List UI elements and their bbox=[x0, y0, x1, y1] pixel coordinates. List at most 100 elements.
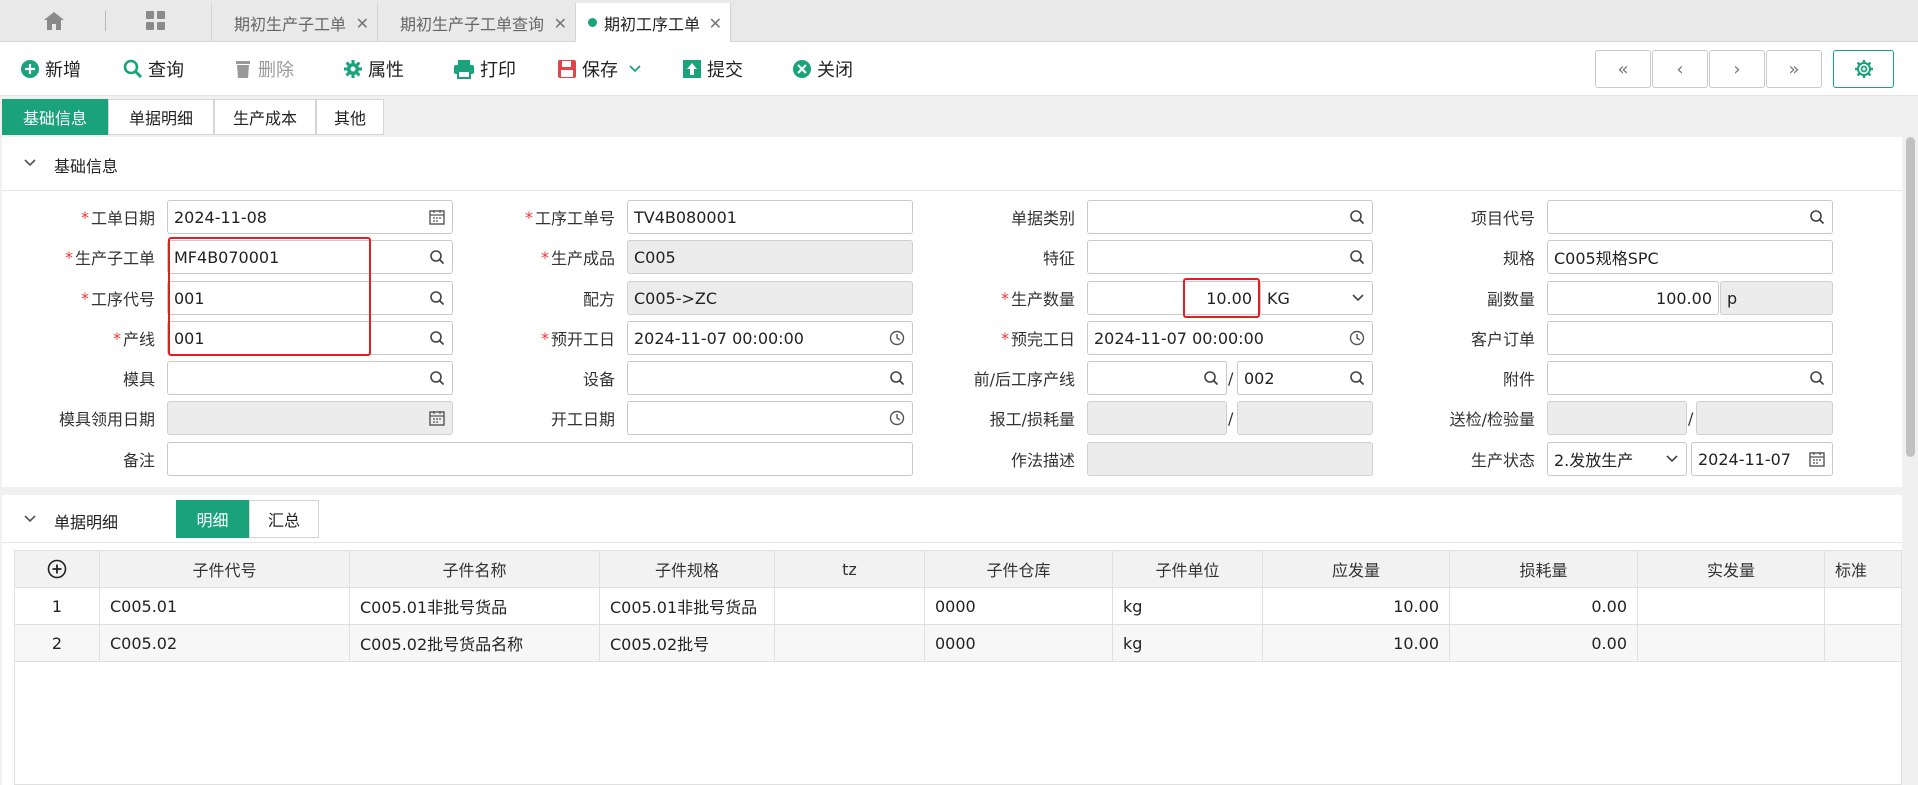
cell-due-qty[interactable]: 10.00 bbox=[1263, 625, 1450, 661]
close-icon[interactable]: ✕ bbox=[356, 14, 369, 33]
col-header[interactable]: 损耗量 bbox=[1450, 551, 1638, 587]
print-button[interactable]: 打印 bbox=[453, 42, 516, 96]
cell-loss-qty[interactable]: 0.00 bbox=[1450, 625, 1638, 661]
loss-qty-field[interactable] bbox=[1237, 401, 1373, 435]
cell-actual-qty[interactable] bbox=[1638, 625, 1825, 661]
feature-field[interactable] bbox=[1087, 240, 1373, 274]
new-button[interactable]: 新增 bbox=[20, 42, 81, 96]
product-field[interactable]: C005 bbox=[627, 240, 913, 274]
method-field[interactable] bbox=[1087, 442, 1373, 476]
search-icon[interactable] bbox=[429, 290, 445, 310]
tab-prod-sub-order[interactable]: 期初生产子工单 ✕ bbox=[211, 3, 377, 42]
cell-actual-qty[interactable] bbox=[1638, 588, 1825, 624]
search-icon[interactable] bbox=[429, 249, 445, 269]
col-header[interactable]: 实发量 bbox=[1638, 551, 1825, 587]
cell-unit[interactable]: kg bbox=[1113, 588, 1263, 624]
cell-name[interactable]: C005.01非批号货品 bbox=[350, 588, 600, 624]
mold-date-field[interactable] bbox=[167, 401, 453, 435]
last-record-button[interactable]: » bbox=[1766, 50, 1822, 88]
cell-due-qty[interactable]: 10.00 bbox=[1263, 588, 1450, 624]
clock-icon[interactable] bbox=[889, 330, 905, 350]
remark-field[interactable] bbox=[167, 442, 913, 476]
project-code-field[interactable] bbox=[1547, 200, 1833, 234]
tab-other[interactable]: 其他 bbox=[316, 99, 384, 135]
next-record-button[interactable]: › bbox=[1709, 50, 1765, 88]
start-date-field[interactable] bbox=[627, 401, 913, 435]
prod-status-select[interactable]: 2.发放生产 bbox=[1547, 442, 1687, 476]
mold-field[interactable] bbox=[167, 361, 453, 395]
cell-tz[interactable] bbox=[775, 588, 925, 624]
submit-button[interactable]: 提交 bbox=[682, 42, 743, 96]
tab-process-order[interactable]: 期初工序工单 ✕ bbox=[575, 3, 731, 42]
tab-summary[interactable]: 汇总 bbox=[249, 500, 319, 538]
prev-record-button[interactable]: ‹ bbox=[1652, 50, 1708, 88]
col-header[interactable]: tz bbox=[775, 551, 925, 587]
basic-info-header[interactable]: 基础信息 bbox=[2, 137, 1902, 191]
chevron-down-icon[interactable] bbox=[22, 511, 38, 527]
cell-code[interactable]: C005.02 bbox=[100, 625, 350, 661]
search-icon[interactable] bbox=[889, 370, 905, 390]
search-icon[interactable] bbox=[1809, 370, 1825, 390]
calendar-icon[interactable] bbox=[429, 209, 445, 229]
unit-select[interactable]: KG bbox=[1260, 281, 1373, 315]
delete-button[interactable]: 删除 bbox=[233, 42, 294, 96]
process-order-no-field[interactable]: TV4B080001 bbox=[627, 200, 913, 234]
tab-prod-cost[interactable]: 生产成本 bbox=[214, 99, 316, 135]
search-icon[interactable] bbox=[429, 330, 445, 350]
formula-field[interactable]: C005->ZC bbox=[627, 281, 913, 315]
col-header[interactable]: 子件规格 bbox=[600, 551, 775, 587]
properties-button[interactable]: 属性 bbox=[343, 42, 404, 96]
col-header[interactable]: 子件单位 bbox=[1113, 551, 1263, 587]
cell-name[interactable]: C005.02批号货品名称 bbox=[350, 625, 600, 661]
search-icon[interactable] bbox=[1349, 209, 1365, 229]
report-qty-field[interactable] bbox=[1087, 401, 1227, 435]
attachment-field[interactable] bbox=[1547, 361, 1833, 395]
first-record-button[interactable]: « bbox=[1595, 50, 1651, 88]
table-row[interactable]: 1 C005.01 C005.01非批号货品 C005.01非批号货品 0000… bbox=[15, 588, 1901, 625]
close-button[interactable]: 关闭 bbox=[792, 42, 853, 96]
cell-warehouse[interactable]: 0000 bbox=[925, 625, 1113, 661]
scrollbar-thumb[interactable] bbox=[1906, 137, 1915, 457]
chevron-down-icon[interactable] bbox=[1665, 451, 1679, 470]
spec-field[interactable]: C005规格SPC bbox=[1547, 240, 1833, 274]
search-icon[interactable] bbox=[429, 370, 445, 390]
cell-warehouse[interactable]: 0000 bbox=[925, 588, 1113, 624]
doc-type-field[interactable] bbox=[1087, 200, 1373, 234]
save-button[interactable]: 保存 bbox=[557, 42, 647, 96]
plan-start-field[interactable]: 2024-11-07 00:00:00 bbox=[627, 321, 913, 355]
tab-detail[interactable]: 明细 bbox=[176, 500, 249, 538]
col-header[interactable]: 标准 bbox=[1825, 551, 1901, 587]
clock-icon[interactable] bbox=[1349, 330, 1365, 350]
home-icon[interactable] bbox=[30, 0, 78, 42]
col-header[interactable]: 子件代号 bbox=[100, 551, 350, 587]
search-icon[interactable] bbox=[1203, 370, 1219, 390]
vertical-scrollbar[interactable] bbox=[1902, 137, 1918, 785]
sub-unit-field[interactable]: p bbox=[1720, 281, 1833, 315]
sub-qty-field[interactable]: 100.00 bbox=[1547, 281, 1719, 315]
tab-doc-detail[interactable]: 单据明细 bbox=[108, 99, 214, 135]
equipment-field[interactable] bbox=[627, 361, 913, 395]
tab-prod-sub-order-query[interactable]: 期初生产子工单查询 ✕ bbox=[377, 3, 575, 42]
cell-spec[interactable]: C005.01非批号货品 bbox=[600, 588, 775, 624]
prev-line-field[interactable] bbox=[1087, 361, 1227, 395]
work-date-field[interactable]: 2024-11-08 bbox=[167, 200, 453, 234]
cell-code[interactable]: C005.01 bbox=[100, 588, 350, 624]
calendar-icon[interactable] bbox=[1809, 451, 1825, 471]
table-row[interactable]: 2 C005.02 C005.02批号货品名称 C005.02批号 0000 k… bbox=[15, 625, 1901, 662]
plan-end-field[interactable]: 2024-11-07 00:00:00 bbox=[1087, 321, 1373, 355]
col-header[interactable]: 应发量 bbox=[1263, 551, 1450, 587]
chevron-down-icon[interactable] bbox=[1351, 290, 1365, 309]
chevron-down-icon[interactable] bbox=[628, 64, 642, 74]
col-header[interactable]: 子件仓库 bbox=[925, 551, 1113, 587]
close-icon[interactable]: ✕ bbox=[709, 14, 722, 33]
inspect-send-field[interactable] bbox=[1547, 401, 1687, 435]
settings-button[interactable] bbox=[1833, 50, 1894, 88]
cell-standard[interactable] bbox=[1825, 625, 1901, 661]
cell-tz[interactable] bbox=[775, 625, 925, 661]
clock-icon[interactable] bbox=[889, 410, 905, 430]
next-line-field[interactable]: 002 bbox=[1237, 361, 1373, 395]
col-header[interactable]: 子件名称 bbox=[350, 551, 600, 587]
tab-basic-info[interactable]: 基础信息 bbox=[2, 99, 108, 135]
add-row-button[interactable] bbox=[15, 551, 100, 587]
query-button[interactable]: 查询 bbox=[123, 42, 184, 96]
